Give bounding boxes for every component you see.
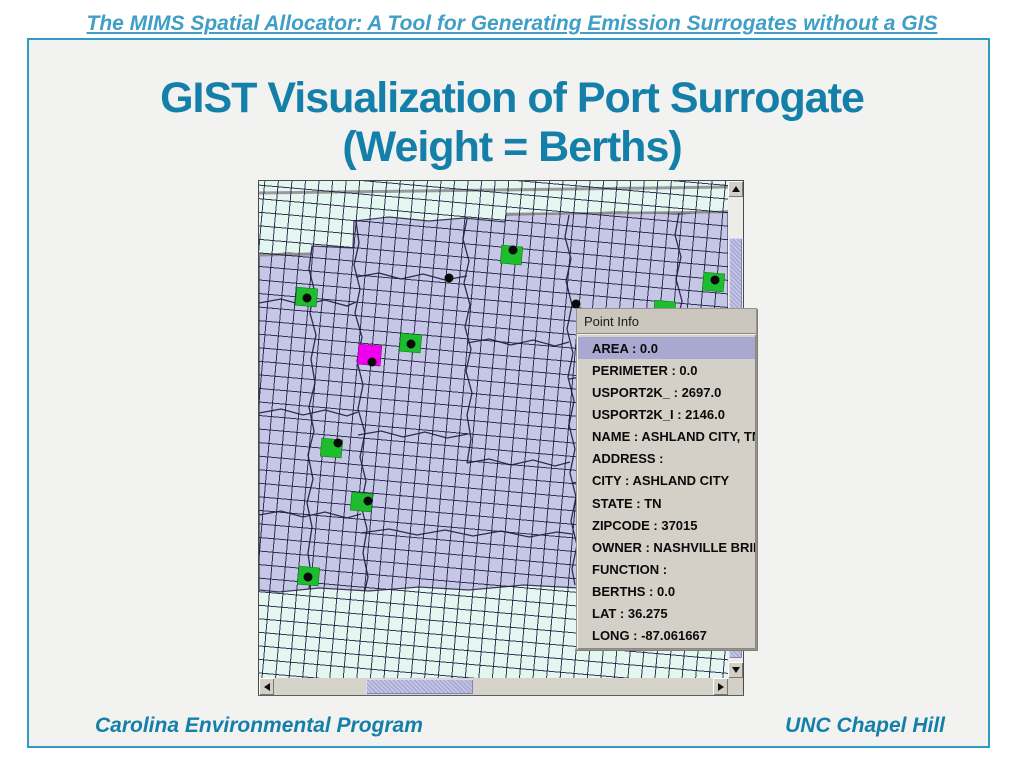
port-point-marker[interactable] bbox=[302, 293, 312, 303]
point-info-row[interactable]: ADDRESS : bbox=[578, 448, 755, 470]
point-info-row-text: LAT : 36.275 bbox=[592, 606, 668, 622]
footer-right-text: UNC Chapel Hill bbox=[785, 714, 945, 737]
scrollbar-corner bbox=[728, 678, 743, 695]
point-info-row-text: NAME : ASHLAND CITY, TN bbox=[592, 429, 755, 445]
point-info-row-text: AREA : 0.0 bbox=[592, 340, 658, 356]
slide-page: The MIMS Spatial Allocator: A Tool for G… bbox=[0, 0, 1024, 768]
point-info-title: Point Info bbox=[577, 309, 756, 334]
port-point-marker[interactable] bbox=[303, 572, 313, 582]
scroll-left-icon bbox=[263, 682, 270, 691]
page-title-line2: (Weight = Berths) bbox=[342, 123, 682, 171]
point-info-row[interactable]: ZIPCODE : 37015 bbox=[578, 514, 755, 536]
point-info-row-text: BERTHS : 0.0 bbox=[592, 584, 676, 600]
point-info-row-text: USPORT2K_ : 2697.0 bbox=[592, 384, 722, 400]
point-info-row[interactable]: LAT : 36.275 bbox=[578, 603, 755, 625]
port-point-marker[interactable] bbox=[406, 339, 416, 349]
point-info-row[interactable]: PERIMETER : 0.0 bbox=[578, 359, 755, 381]
point-info-rows: AREA : 0.0 PERIMETER : 0.0 USPORT2K_ : 2… bbox=[578, 337, 755, 647]
point-info-row-text: OWNER : NASHVILLE BRID bbox=[592, 539, 755, 555]
horizontal-scrollbar[interactable] bbox=[259, 678, 728, 695]
point-info-row[interactable]: AREA : 0.0 bbox=[578, 337, 755, 360]
slide-footer: Carolina Environmental Program UNC Chape… bbox=[27, 714, 990, 738]
page-title-line1: GIST Visualization of Port Surrogate bbox=[160, 74, 865, 122]
scroll-left-button[interactable] bbox=[259, 678, 274, 695]
point-info-panel: Point Info AREA : 0.0 PERIMETER : 0.0 US… bbox=[576, 308, 757, 650]
scroll-down-button[interactable] bbox=[728, 662, 743, 678]
point-info-row[interactable]: CITY : ASHLAND CITY bbox=[578, 470, 755, 492]
point-info-row-text: STATE : TN bbox=[592, 495, 662, 511]
slide-header: The MIMS Spatial Allocator: A Tool for G… bbox=[86, 12, 938, 35]
point-info-row[interactable]: USPORT2K_ : 2697.0 bbox=[578, 381, 755, 403]
point-info-row[interactable]: NAME : ASHLAND CITY, TN bbox=[578, 426, 755, 448]
point-info-row-text: ADDRESS : bbox=[592, 451, 664, 467]
scroll-right-button[interactable] bbox=[713, 678, 728, 695]
scroll-up-icon bbox=[731, 186, 740, 192]
point-info-row-text: FUNCTION : bbox=[592, 561, 668, 577]
point-info-row-text: CITY : ASHLAND CITY bbox=[592, 473, 730, 489]
horizontal-scrollbar-thumb[interactable] bbox=[366, 679, 473, 694]
scroll-up-button[interactable] bbox=[728, 181, 743, 197]
point-info-row-text: ZIPCODE : 37015 bbox=[592, 517, 698, 533]
point-info-row-text: LONG : -87.061667 bbox=[592, 628, 707, 644]
point-info-row[interactable]: STATE : TN bbox=[578, 492, 755, 514]
port-point-marker[interactable] bbox=[333, 438, 343, 448]
point-info-row-text: PERIMETER : 0.0 bbox=[592, 362, 698, 378]
point-info-row[interactable]: OWNER : NASHVILLE BRID bbox=[578, 536, 755, 558]
point-info-row[interactable]: FUNCTION : bbox=[578, 558, 755, 580]
port-point-marker[interactable] bbox=[363, 496, 373, 506]
page-title: GIST Visualization of Port Surrogate (We… bbox=[0, 74, 1024, 172]
port-point-marker[interactable] bbox=[367, 357, 377, 367]
port-point-marker[interactable] bbox=[444, 273, 454, 283]
point-info-row[interactable]: USPORT2K_I : 2146.0 bbox=[578, 403, 755, 425]
footer-left-text: Carolina Environmental Program bbox=[95, 714, 423, 737]
port-point-marker[interactable] bbox=[710, 275, 720, 285]
port-point-marker[interactable] bbox=[508, 245, 518, 255]
point-info-row-text: USPORT2K_I : 2146.0 bbox=[592, 406, 725, 422]
scroll-down-icon bbox=[731, 667, 740, 673]
scroll-right-icon bbox=[717, 682, 724, 691]
point-info-row[interactable]: LONG : -87.061667 bbox=[578, 625, 755, 647]
point-info-row[interactable]: BERTHS : 0.0 bbox=[578, 581, 755, 603]
